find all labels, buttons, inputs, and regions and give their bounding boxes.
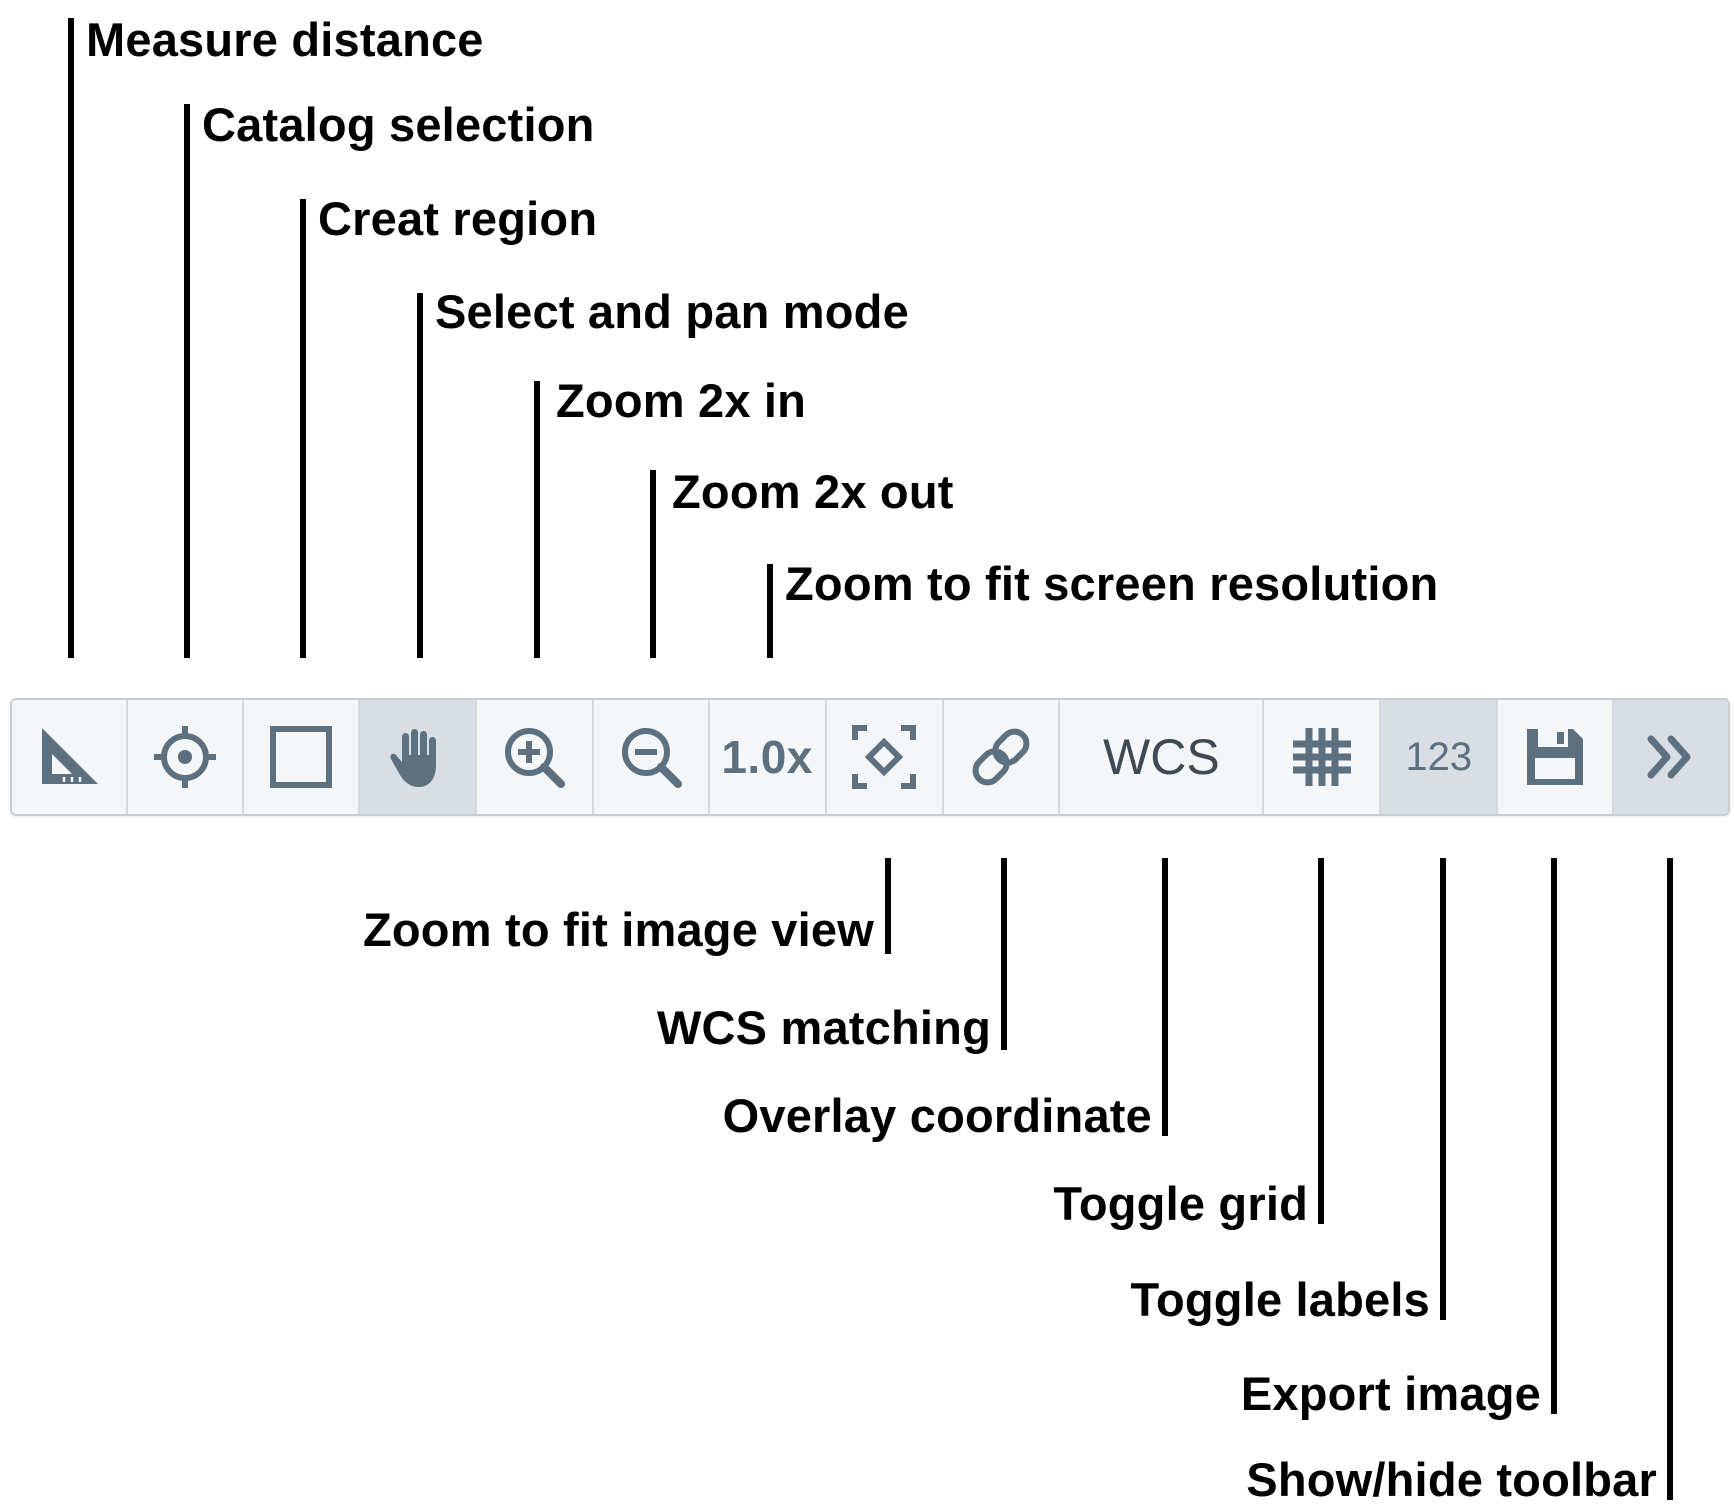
measure-distance-button[interactable]: [12, 700, 128, 814]
zoom-level-text: 1.0x: [721, 731, 813, 783]
leader-line-measure-distance: [68, 18, 74, 658]
coordinate-system-text: WCS: [1103, 729, 1220, 785]
label-export-image: Export image: [1240, 1367, 1541, 1420]
pan-mode-button[interactable]: [359, 700, 477, 814]
label-zoom-out: Zoom 2x out: [672, 465, 954, 518]
leader-line-overlay-coordinate: [1162, 858, 1168, 1136]
toggle-labels-button[interactable]: 123: [1381, 700, 1499, 814]
leader-line-toggle-labels: [1440, 858, 1446, 1320]
grid-hash-icon: [1292, 728, 1351, 786]
hand-icon: [390, 729, 437, 787]
leader-line-create-region: [300, 199, 306, 658]
label-pan-mode: Select and pan mode: [435, 285, 909, 338]
label-show-hide-toolbar: Show/hide toolbar: [1246, 1453, 1657, 1506]
export-image-button[interactable]: [1498, 700, 1615, 814]
fit-view-icon: [852, 725, 917, 789]
label-wcs-matching: WCS matching: [656, 1001, 991, 1054]
label-create-region: Creat region: [318, 192, 598, 245]
leader-line-pan-mode: [417, 293, 423, 658]
label-overlay-coordinate: Overlay coordinate: [722, 1089, 1152, 1142]
floppy-disk-icon: [1527, 729, 1584, 785]
zoom-out-icon: [621, 728, 682, 788]
label-zoom-fit-screen: Zoom to fit screen resolution: [785, 557, 1439, 610]
image-viewer-toolbar: 1.0x WCS 123: [10, 698, 1730, 816]
leader-line-zoom-in: [534, 381, 540, 658]
label-measure-distance: Measure distance: [86, 13, 484, 66]
zoom-out-button[interactable]: [593, 700, 710, 814]
leader-line-wcs-matching: [1001, 858, 1007, 1050]
zoom-fit-image-button[interactable]: [826, 700, 944, 814]
label-catalog-selection: Catalog selection: [202, 98, 595, 151]
zoom-in-icon: [505, 728, 566, 788]
label-zoom-in: Zoom 2x in: [556, 374, 807, 427]
labels-numbers-text: 123: [1405, 734, 1473, 779]
leader-line-show-hide-toolbar: [1667, 858, 1673, 1500]
leader-line-zoom-out: [650, 470, 656, 658]
square-region-icon: [269, 726, 332, 788]
toggle-grid-button[interactable]: [1264, 700, 1382, 814]
overlay-coordinate-button[interactable]: WCS: [1060, 700, 1265, 814]
label-zoom-fit-image: Zoom to fit image view: [362, 903, 874, 956]
leader-line-export-image: [1551, 858, 1557, 1414]
link-icon: [972, 728, 1030, 786]
zoom-in-button[interactable]: [476, 700, 594, 814]
leader-line-zoom-fit-screen: [767, 564, 773, 658]
leader-line-catalog-selection: [184, 104, 190, 658]
label-toggle-labels: Toggle labels: [1130, 1273, 1430, 1326]
show-hide-toolbar-button[interactable]: [1614, 700, 1728, 814]
leader-line-zoom-fit-image: [885, 858, 891, 954]
wcs-matching-button[interactable]: [943, 700, 1061, 814]
create-region-button[interactable]: [243, 700, 360, 814]
ruler-triangle-icon: [41, 728, 98, 784]
double-chevron-right-icon: [1647, 735, 1691, 779]
catalog-selection-button[interactable]: [127, 700, 244, 814]
leader-line-toggle-grid: [1318, 858, 1324, 1224]
label-toggle-grid: Toggle grid: [1053, 1177, 1308, 1230]
zoom-fit-screen-button[interactable]: 1.0x: [709, 700, 827, 814]
crosshair-target-icon: [153, 726, 216, 788]
